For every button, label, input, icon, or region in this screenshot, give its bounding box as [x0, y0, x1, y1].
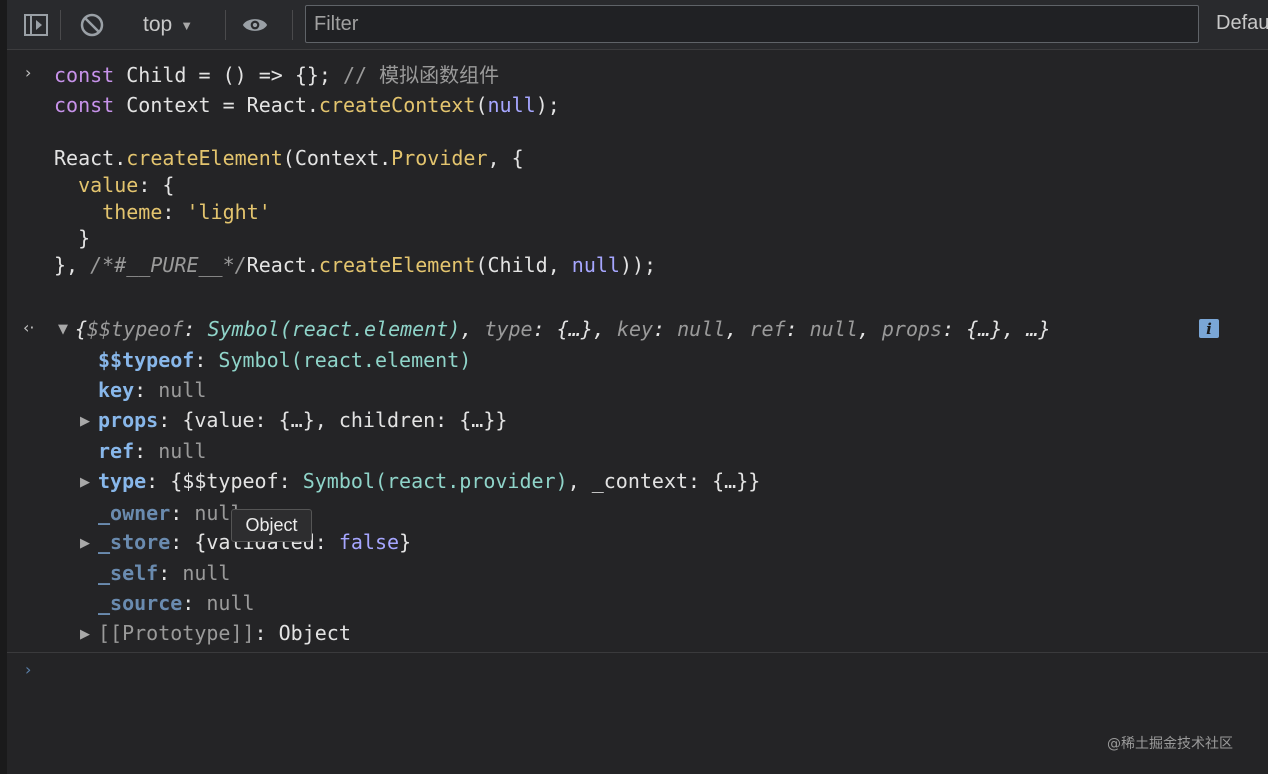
property-row[interactable]: [[Prototype]]: Object — [98, 620, 351, 646]
code-line: } — [54, 226, 91, 250]
panel-edge — [0, 0, 7, 774]
toolbar-divider — [60, 10, 61, 40]
property-row: _self: null — [98, 561, 231, 585]
expand-triangle-right-icon[interactable]: ▶ — [80, 627, 90, 642]
expand-triangle-right-icon[interactable]: ▶ — [80, 536, 90, 551]
info-icon[interactable]: i — [1199, 319, 1219, 338]
sidebar-toggle-icon[interactable] — [23, 13, 49, 37]
result-arrow-icon: ‹· — [23, 318, 35, 337]
watermark: @稀土掘金技术社区 — [1107, 736, 1233, 752]
code-line: }, /*#__PURE__*/React.createElement(Chil… — [54, 253, 657, 277]
property-row[interactable]: props: {value: {…}, children: {…}} — [98, 407, 507, 433]
code-line: theme: 'light' — [102, 200, 271, 224]
log-levels-dropdown[interactable]: Defau — [1216, 12, 1268, 35]
toolbar-divider — [292, 10, 293, 40]
property-row[interactable]: type: {$$typeof: Symbol(react.provider),… — [98, 468, 760, 494]
eye-icon[interactable] — [242, 13, 268, 37]
console-prompt-icon[interactable]: › — [25, 660, 31, 679]
chevron-down-icon: ▼ — [180, 17, 194, 33]
hover-tooltip: Object — [231, 509, 312, 542]
clear-console-icon[interactable] — [79, 13, 105, 37]
context-selector[interactable]: top ▼ — [143, 11, 207, 39]
property-row: $$typeof: Symbol(react.element) — [98, 348, 472, 372]
property-row: ref: null — [98, 439, 207, 463]
code-line: React.createElement(Context.Provider, { — [54, 146, 524, 170]
context-label: top — [143, 13, 173, 36]
property-row: _source: null — [98, 591, 255, 615]
filter-input[interactable] — [305, 5, 1199, 43]
expand-triangle-right-icon[interactable]: ▶ — [80, 414, 90, 429]
code-line: value: { — [78, 173, 175, 197]
console-toolbar: top ▼ Defau — [7, 0, 1268, 50]
object-summary[interactable]: {$$typeof: Symbol(react.element), type: … — [75, 316, 1051, 342]
code-line: const Context = React.createContext(null… — [54, 93, 560, 117]
property-row: key: null — [98, 378, 207, 402]
code-line: const Child = () => {}; // 模拟函数组件 — [54, 63, 500, 87]
toolbar-divider — [225, 10, 226, 40]
property-row: _owner: null — [98, 501, 243, 525]
expand-triangle-down-icon[interactable]: ▼ — [58, 322, 68, 337]
input-prompt-icon: › — [25, 63, 32, 82]
console-divider — [7, 652, 1268, 653]
expand-triangle-right-icon[interactable]: ▶ — [80, 475, 90, 490]
